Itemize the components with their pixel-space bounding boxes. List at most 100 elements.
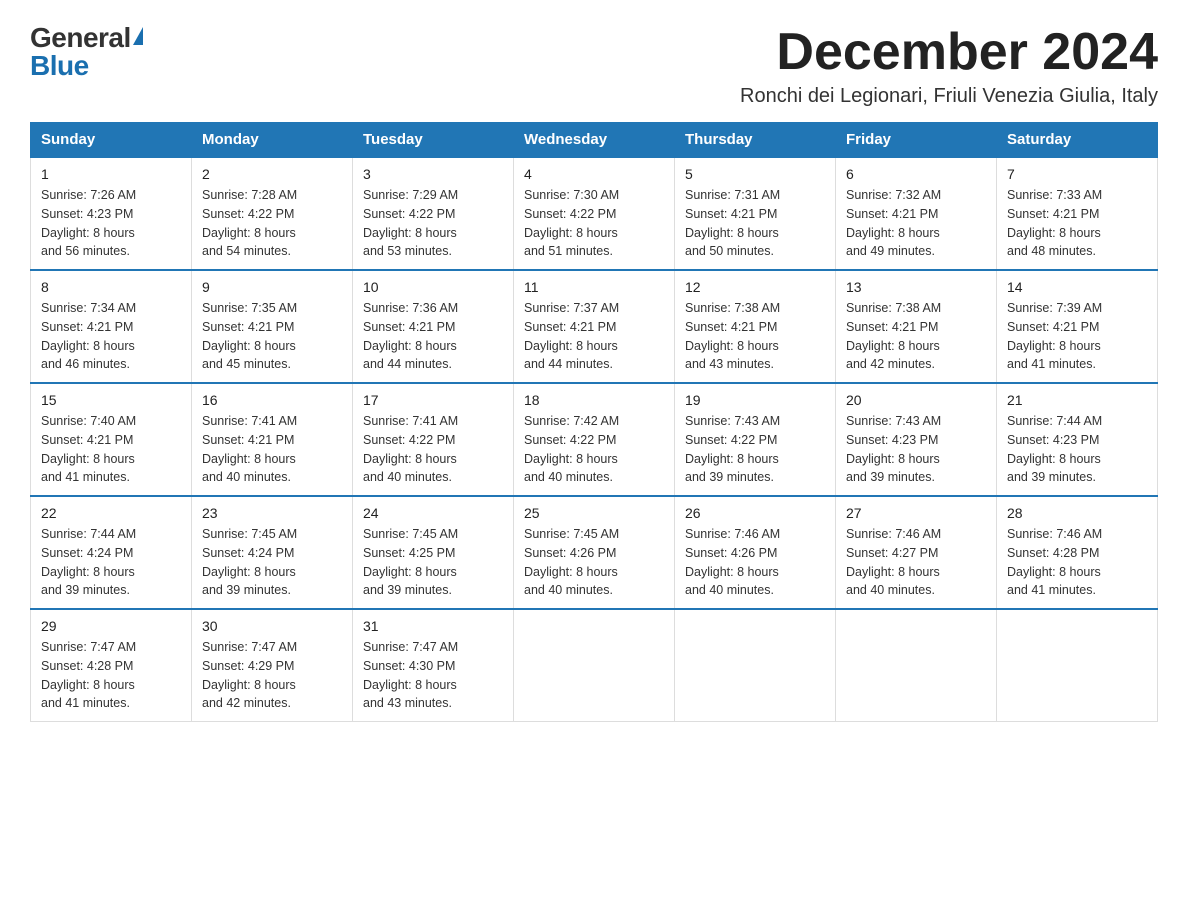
col-tuesday: Tuesday (353, 123, 514, 158)
day-number: 20 (846, 392, 986, 408)
day-info: Sunrise: 7:32 AM Sunset: 4:21 PM Dayligh… (846, 186, 986, 261)
day-number: 18 (524, 392, 664, 408)
calendar-header-row: Sunday Monday Tuesday Wednesday Thursday… (31, 123, 1158, 158)
calendar-cell: 4 Sunrise: 7:30 AM Sunset: 4:22 PM Dayli… (514, 157, 675, 270)
day-info: Sunrise: 7:36 AM Sunset: 4:21 PM Dayligh… (363, 299, 503, 374)
calendar-cell (836, 609, 997, 722)
calendar-cell: 11 Sunrise: 7:37 AM Sunset: 4:21 PM Dayl… (514, 270, 675, 383)
day-number: 28 (1007, 505, 1147, 521)
calendar-cell: 29 Sunrise: 7:47 AM Sunset: 4:28 PM Dayl… (31, 609, 192, 722)
location-subtitle: Ronchi dei Legionari, Friuli Venezia Giu… (740, 85, 1158, 108)
calendar-cell: 24 Sunrise: 7:45 AM Sunset: 4:25 PM Dayl… (353, 496, 514, 609)
calendar-cell: 13 Sunrise: 7:38 AM Sunset: 4:21 PM Dayl… (836, 270, 997, 383)
day-number: 15 (41, 392, 181, 408)
calendar-cell: 15 Sunrise: 7:40 AM Sunset: 4:21 PM Dayl… (31, 383, 192, 496)
day-number: 3 (363, 166, 503, 182)
day-number: 16 (202, 392, 342, 408)
day-number: 22 (41, 505, 181, 521)
day-info: Sunrise: 7:28 AM Sunset: 4:22 PM Dayligh… (202, 186, 342, 261)
calendar-cell: 22 Sunrise: 7:44 AM Sunset: 4:24 PM Dayl… (31, 496, 192, 609)
col-wednesday: Wednesday (514, 123, 675, 158)
calendar-cell: 28 Sunrise: 7:46 AM Sunset: 4:28 PM Dayl… (997, 496, 1158, 609)
day-number: 6 (846, 166, 986, 182)
day-number: 4 (524, 166, 664, 182)
calendar-week-row: 29 Sunrise: 7:47 AM Sunset: 4:28 PM Dayl… (31, 609, 1158, 722)
day-info: Sunrise: 7:45 AM Sunset: 4:24 PM Dayligh… (202, 525, 342, 600)
day-info: Sunrise: 7:45 AM Sunset: 4:26 PM Dayligh… (524, 525, 664, 600)
day-info: Sunrise: 7:39 AM Sunset: 4:21 PM Dayligh… (1007, 299, 1147, 374)
day-number: 13 (846, 279, 986, 295)
calendar-cell: 20 Sunrise: 7:43 AM Sunset: 4:23 PM Dayl… (836, 383, 997, 496)
logo-blue-text: Blue (30, 52, 89, 80)
day-number: 30 (202, 618, 342, 634)
calendar-cell: 14 Sunrise: 7:39 AM Sunset: 4:21 PM Dayl… (997, 270, 1158, 383)
calendar-week-row: 15 Sunrise: 7:40 AM Sunset: 4:21 PM Dayl… (31, 383, 1158, 496)
day-number: 10 (363, 279, 503, 295)
day-info: Sunrise: 7:47 AM Sunset: 4:30 PM Dayligh… (363, 638, 503, 713)
title-section: December 2024 Ronchi dei Legionari, Friu… (740, 24, 1158, 108)
day-info: Sunrise: 7:31 AM Sunset: 4:21 PM Dayligh… (685, 186, 825, 261)
day-number: 5 (685, 166, 825, 182)
col-friday: Friday (836, 123, 997, 158)
calendar-cell: 8 Sunrise: 7:34 AM Sunset: 4:21 PM Dayli… (31, 270, 192, 383)
day-info: Sunrise: 7:44 AM Sunset: 4:23 PM Dayligh… (1007, 412, 1147, 487)
calendar-cell: 6 Sunrise: 7:32 AM Sunset: 4:21 PM Dayli… (836, 157, 997, 270)
calendar-week-row: 1 Sunrise: 7:26 AM Sunset: 4:23 PM Dayli… (31, 157, 1158, 270)
calendar-cell: 16 Sunrise: 7:41 AM Sunset: 4:21 PM Dayl… (192, 383, 353, 496)
day-info: Sunrise: 7:34 AM Sunset: 4:21 PM Dayligh… (41, 299, 181, 374)
day-info: Sunrise: 7:41 AM Sunset: 4:21 PM Dayligh… (202, 412, 342, 487)
day-info: Sunrise: 7:40 AM Sunset: 4:21 PM Dayligh… (41, 412, 181, 487)
day-info: Sunrise: 7:38 AM Sunset: 4:21 PM Dayligh… (685, 299, 825, 374)
calendar-cell (514, 609, 675, 722)
day-info: Sunrise: 7:45 AM Sunset: 4:25 PM Dayligh… (363, 525, 503, 600)
day-info: Sunrise: 7:47 AM Sunset: 4:28 PM Dayligh… (41, 638, 181, 713)
page-header: General Blue December 2024 Ronchi dei Le… (30, 24, 1158, 108)
calendar-table: Sunday Monday Tuesday Wednesday Thursday… (30, 122, 1158, 722)
day-number: 14 (1007, 279, 1147, 295)
day-info: Sunrise: 7:37 AM Sunset: 4:21 PM Dayligh… (524, 299, 664, 374)
day-info: Sunrise: 7:38 AM Sunset: 4:21 PM Dayligh… (846, 299, 986, 374)
calendar-cell: 5 Sunrise: 7:31 AM Sunset: 4:21 PM Dayli… (675, 157, 836, 270)
day-number: 27 (846, 505, 986, 521)
calendar-cell (675, 609, 836, 722)
calendar-cell: 30 Sunrise: 7:47 AM Sunset: 4:29 PM Dayl… (192, 609, 353, 722)
calendar-cell: 31 Sunrise: 7:47 AM Sunset: 4:30 PM Dayl… (353, 609, 514, 722)
calendar-cell: 9 Sunrise: 7:35 AM Sunset: 4:21 PM Dayli… (192, 270, 353, 383)
calendar-week-row: 22 Sunrise: 7:44 AM Sunset: 4:24 PM Dayl… (31, 496, 1158, 609)
calendar-cell: 7 Sunrise: 7:33 AM Sunset: 4:21 PM Dayli… (997, 157, 1158, 270)
calendar-cell: 25 Sunrise: 7:45 AM Sunset: 4:26 PM Dayl… (514, 496, 675, 609)
calendar-cell: 12 Sunrise: 7:38 AM Sunset: 4:21 PM Dayl… (675, 270, 836, 383)
day-info: Sunrise: 7:46 AM Sunset: 4:26 PM Dayligh… (685, 525, 825, 600)
day-info: Sunrise: 7:42 AM Sunset: 4:22 PM Dayligh… (524, 412, 664, 487)
day-info: Sunrise: 7:33 AM Sunset: 4:21 PM Dayligh… (1007, 186, 1147, 261)
day-number: 31 (363, 618, 503, 634)
calendar-week-row: 8 Sunrise: 7:34 AM Sunset: 4:21 PM Dayli… (31, 270, 1158, 383)
day-number: 7 (1007, 166, 1147, 182)
calendar-cell: 10 Sunrise: 7:36 AM Sunset: 4:21 PM Dayl… (353, 270, 514, 383)
logo-triangle-icon (133, 27, 143, 45)
day-info: Sunrise: 7:43 AM Sunset: 4:22 PM Dayligh… (685, 412, 825, 487)
day-number: 8 (41, 279, 181, 295)
calendar-cell: 23 Sunrise: 7:45 AM Sunset: 4:24 PM Dayl… (192, 496, 353, 609)
day-number: 24 (363, 505, 503, 521)
calendar-cell (997, 609, 1158, 722)
calendar-cell: 26 Sunrise: 7:46 AM Sunset: 4:26 PM Dayl… (675, 496, 836, 609)
day-info: Sunrise: 7:47 AM Sunset: 4:29 PM Dayligh… (202, 638, 342, 713)
calendar-cell: 1 Sunrise: 7:26 AM Sunset: 4:23 PM Dayli… (31, 157, 192, 270)
col-thursday: Thursday (675, 123, 836, 158)
day-number: 19 (685, 392, 825, 408)
day-number: 11 (524, 279, 664, 295)
col-monday: Monday (192, 123, 353, 158)
day-number: 23 (202, 505, 342, 521)
day-number: 26 (685, 505, 825, 521)
day-info: Sunrise: 7:26 AM Sunset: 4:23 PM Dayligh… (41, 186, 181, 261)
day-number: 21 (1007, 392, 1147, 408)
logo-general-text: General (30, 24, 143, 52)
calendar-cell: 19 Sunrise: 7:43 AM Sunset: 4:22 PM Dayl… (675, 383, 836, 496)
calendar-cell: 21 Sunrise: 7:44 AM Sunset: 4:23 PM Dayl… (997, 383, 1158, 496)
col-sunday: Sunday (31, 123, 192, 158)
month-title: December 2024 (740, 24, 1158, 81)
col-saturday: Saturday (997, 123, 1158, 158)
calendar-cell: 3 Sunrise: 7:29 AM Sunset: 4:22 PM Dayli… (353, 157, 514, 270)
day-info: Sunrise: 7:46 AM Sunset: 4:28 PM Dayligh… (1007, 525, 1147, 600)
